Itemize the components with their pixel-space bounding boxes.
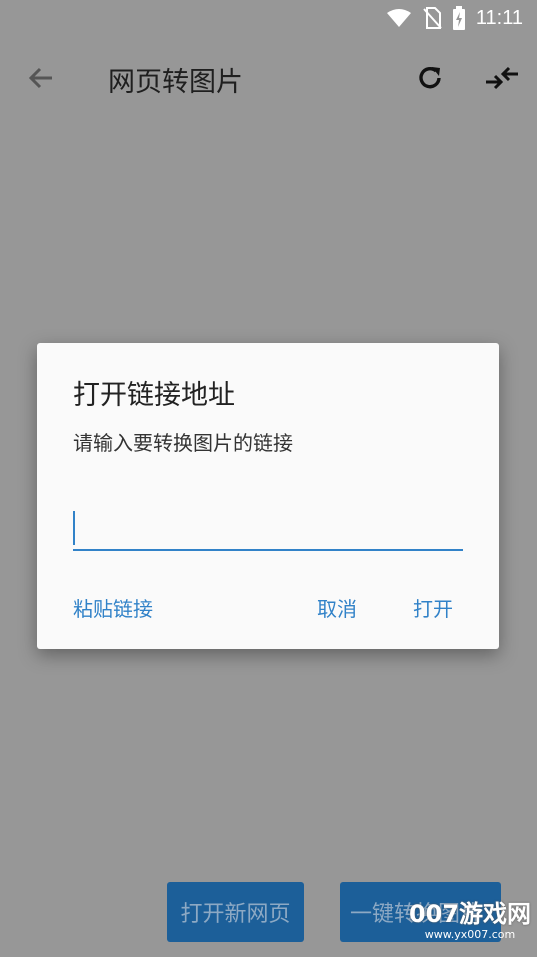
status-time: 11:11 [475, 6, 523, 29]
dialog-message: 请输入要转换图片的链接 [73, 431, 293, 455]
back-arrow-icon[interactable] [26, 62, 58, 94]
compare-arrows-icon[interactable] [484, 62, 520, 94]
page-title: 网页转图片 [108, 67, 243, 98]
no-sim-icon [422, 7, 442, 29]
battery-charging-icon [452, 6, 466, 30]
text-cursor [73, 511, 75, 545]
status-bar: 11:11 [0, 0, 537, 36]
cancel-button[interactable]: 取消 [317, 593, 357, 622]
toolbar: 网页转图片 [0, 40, 537, 116]
watermark: 007游戏网 www.yx007.com [408, 902, 532, 954]
paste-link-button[interactable]: 粘贴链接 [73, 593, 153, 622]
link-url-input[interactable] [73, 503, 463, 551]
open-button[interactable]: 打开 [413, 593, 453, 622]
watermark-name: 007游戏网 [408, 900, 532, 928]
wifi-icon [386, 8, 412, 28]
refresh-icon[interactable] [414, 62, 446, 94]
open-new-page-button[interactable]: 打开新网页 [167, 882, 304, 942]
watermark-url: www.yx007.com [424, 928, 516, 941]
open-link-dialog: 打开链接地址 请输入要转换图片的链接 粘贴链接 取消 打开 [37, 343, 499, 649]
dialog-title: 打开链接地址 [73, 380, 235, 411]
